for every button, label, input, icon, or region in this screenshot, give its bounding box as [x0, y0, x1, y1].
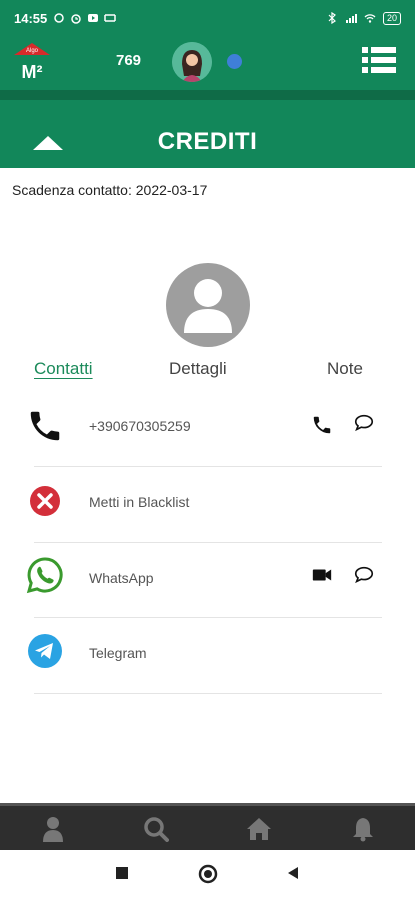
chat-bubble-icon[interactable]	[353, 412, 375, 434]
list-item-phone[interactable]: +390670305259	[0, 390, 415, 465]
call-phone-icon[interactable]	[311, 414, 333, 436]
system-navigation-bar	[0, 850, 415, 900]
home-icon[interactable]	[246, 816, 272, 842]
recent-apps-icon[interactable]	[115, 866, 129, 880]
contact-avatar	[166, 263, 250, 347]
user-avatar[interactable]	[172, 42, 212, 82]
battery-indicator: 20	[382, 11, 401, 25]
telegram-icon	[28, 634, 62, 668]
cast-icon	[104, 14, 116, 22]
contact-expiry: Scadenza contatto: 2022-03-17	[12, 182, 208, 198]
svg-text:M²: M²	[22, 62, 43, 82]
alarm-icon	[71, 14, 81, 24]
youtube-icon	[88, 14, 99, 22]
blacklist-x-icon	[30, 486, 60, 516]
back-icon[interactable]	[286, 866, 300, 880]
search-icon[interactable]	[143, 816, 169, 842]
telegram-label: Telegram	[89, 645, 147, 661]
video-camera-icon[interactable]	[311, 564, 333, 586]
home-button-icon[interactable]	[198, 864, 218, 884]
app-header: Algo M² 769	[0, 36, 415, 90]
tab-note[interactable]: Note	[327, 359, 363, 379]
tab-dettagli[interactable]: Dettagli	[169, 359, 227, 379]
phone-icon	[30, 411, 60, 441]
bottom-navigation	[0, 803, 415, 850]
profile-icon[interactable]	[40, 816, 66, 842]
status-time: 14:55	[14, 10, 48, 26]
online-status-dot	[227, 54, 242, 69]
list-item-whatsapp[interactable]: WhatsApp	[0, 542, 415, 617]
status-bar: 14:55 20	[0, 0, 415, 36]
list-menu-icon[interactable]	[362, 46, 396, 74]
signal-icon	[345, 14, 357, 23]
svg-text:Algo: Algo	[26, 48, 39, 54]
credit-counter: 769	[116, 52, 142, 69]
chat-bubble-icon[interactable]	[353, 564, 375, 586]
bell-icon[interactable]	[350, 816, 376, 842]
blacklist-label: Metti in Blacklist	[89, 494, 190, 510]
section-header: CREDITI	[0, 100, 415, 168]
wifi-icon	[364, 14, 376, 23]
whatsapp-label: WhatsApp	[89, 570, 154, 586]
phone-number: +390670305259	[89, 418, 191, 434]
list-item-blacklist[interactable]: Metti in Blacklist	[0, 466, 415, 541]
divider	[34, 693, 382, 694]
notification-icon	[54, 13, 64, 23]
header-divider	[0, 90, 415, 100]
whatsapp-icon	[26, 557, 63, 594]
contact-tabs: Contatti Dettagli Note	[0, 359, 415, 387]
app-logo[interactable]: Algo M²	[10, 41, 54, 85]
list-item-telegram[interactable]: Telegram	[0, 617, 415, 692]
section-title: CREDITI	[157, 128, 258, 155]
tab-contatti[interactable]: Contatti	[34, 359, 93, 379]
bluetooth-icon	[328, 12, 336, 24]
